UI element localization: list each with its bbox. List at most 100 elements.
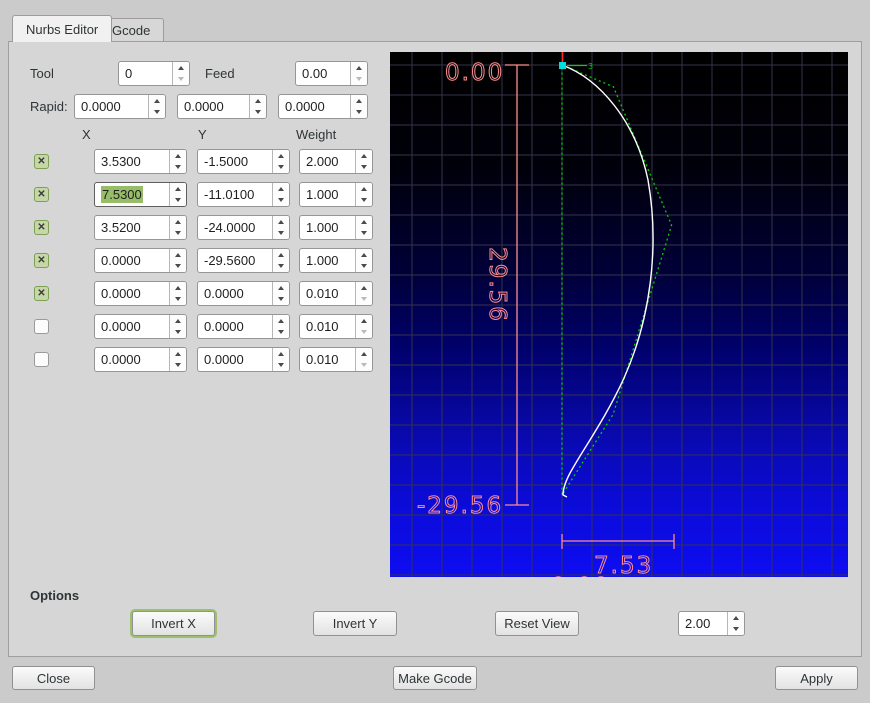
spin-up-icon[interactable] [170,282,186,294]
spin-up-icon[interactable] [273,183,289,195]
tab-nurbs-editor[interactable]: Nurbs Editor [12,15,113,42]
tool-value[interactable]: 0 [119,62,172,85]
point-y-value[interactable]: -24.0000 [198,216,272,239]
spin-down-icon[interactable] [273,261,289,273]
spin-up-icon[interactable] [356,216,372,228]
spin-down-icon[interactable] [250,107,266,119]
point-x-value[interactable]: 0.0000 [95,282,169,305]
point-y-spinbox[interactable]: -1.5000 [197,149,290,174]
point-y-value[interactable]: -29.5600 [198,249,272,272]
spin-up-icon[interactable] [170,249,186,261]
spin-up-icon[interactable] [173,62,189,74]
invert-x-button[interactable]: Invert X [132,611,215,636]
tool-spinbox[interactable]: 0 [118,61,190,86]
point-enabled-checkbox[interactable] [34,319,49,334]
spin-down-icon[interactable] [356,228,372,240]
point-x-spinbox[interactable]: 7.5300 [94,182,187,207]
spin-up-icon[interactable] [356,315,372,327]
spin-down-icon[interactable] [356,294,372,306]
point-weight-value[interactable]: 0.010 [300,282,355,305]
spin-down-icon[interactable] [351,74,367,86]
spin-up-icon[interactable] [273,216,289,228]
point-x-spinbox[interactable]: 0.0000 [94,281,187,306]
point-y-value[interactable]: 0.0000 [198,348,272,371]
spin-down-icon[interactable] [170,294,186,306]
point-weight-value[interactable]: 1.000 [300,183,355,206]
point-enabled-checkbox[interactable] [34,352,49,367]
point-weight-value[interactable]: 1.000 [300,249,355,272]
spin-up-icon[interactable] [170,315,186,327]
spin-down-icon[interactable] [356,360,372,372]
spin-down-icon[interactable] [351,107,367,119]
rapid-x-value[interactable]: 0.0000 [75,95,148,118]
spin-up-icon[interactable] [149,95,165,107]
spin-up-icon[interactable] [728,612,744,624]
point-weight-spinbox[interactable]: 1.000 [299,182,373,207]
point-y-spinbox[interactable]: -11.0100 [197,182,290,207]
point-enabled-checkbox[interactable] [34,253,49,268]
point-x-spinbox[interactable]: 3.5300 [94,149,187,174]
preview-plot[interactable]: 0.00 29.56 -29.56 7.53 0.00 3 [390,52,848,577]
point-weight-value[interactable]: 0.010 [300,315,355,338]
point-weight-spinbox[interactable]: 2.000 [299,149,373,174]
point-weight-value[interactable]: 2.000 [300,150,355,173]
point-enabled-checkbox[interactable] [34,154,49,169]
spin-up-icon[interactable] [273,315,289,327]
spin-up-icon[interactable] [356,183,372,195]
point-x-value[interactable]: 0.0000 [95,315,169,338]
spin-down-icon[interactable] [728,624,744,636]
spin-down-icon[interactable] [170,195,186,207]
point-x-value[interactable]: 3.5300 [95,150,169,173]
rapid-y-value[interactable]: 0.0000 [178,95,249,118]
feed-value[interactable]: 0.00 [296,62,350,85]
spin-down-icon[interactable] [273,195,289,207]
rapid-x-spinbox[interactable]: 0.0000 [74,94,166,119]
point-y-value[interactable]: -1.5000 [198,150,272,173]
rapid-y-spinbox[interactable]: 0.0000 [177,94,267,119]
zoom-value[interactable]: 2.00 [679,612,727,635]
point-x-spinbox[interactable]: 0.0000 [94,347,187,372]
spin-down-icon[interactable] [273,228,289,240]
reset-view-button[interactable]: Reset View [495,611,579,636]
spin-down-icon[interactable] [170,360,186,372]
point-enabled-checkbox[interactable] [34,220,49,235]
point-x-value[interactable]: 0.0000 [95,348,169,371]
spin-up-icon[interactable] [273,348,289,360]
rapid-z-spinbox[interactable]: 0.0000 [278,94,368,119]
point-y-value[interactable]: 0.0000 [198,282,272,305]
spin-down-icon[interactable] [356,162,372,174]
spin-down-icon[interactable] [356,261,372,273]
point-x-spinbox[interactable]: 0.0000 [94,314,187,339]
spin-down-icon[interactable] [273,294,289,306]
point-x-value[interactable]: 3.5200 [95,216,169,239]
spin-up-icon[interactable] [351,95,367,107]
point-x-value[interactable]: 7.5300 [95,183,169,206]
spin-up-icon[interactable] [273,282,289,294]
spin-down-icon[interactable] [170,162,186,174]
point-y-spinbox[interactable]: -24.0000 [197,215,290,240]
point-weight-spinbox[interactable]: 0.010 [299,281,373,306]
spin-down-icon[interactable] [356,195,372,207]
spin-up-icon[interactable] [356,348,372,360]
close-button[interactable]: Close [12,666,95,690]
spin-down-icon[interactable] [170,228,186,240]
point-weight-spinbox[interactable]: 0.010 [299,314,373,339]
point-enabled-checkbox[interactable] [34,187,49,202]
zoom-spinbox[interactable]: 2.00 [678,611,745,636]
spin-up-icon[interactable] [273,249,289,261]
point-y-spinbox[interactable]: -29.5600 [197,248,290,273]
point-weight-spinbox[interactable]: 1.000 [299,248,373,273]
apply-button[interactable]: Apply [775,666,858,690]
point-y-spinbox[interactable]: 0.0000 [197,281,290,306]
point-enabled-checkbox[interactable] [34,286,49,301]
spin-down-icon[interactable] [273,360,289,372]
spin-up-icon[interactable] [273,150,289,162]
spin-up-icon[interactable] [170,150,186,162]
spin-up-icon[interactable] [170,183,186,195]
spin-down-icon[interactable] [273,162,289,174]
spin-up-icon[interactable] [356,249,372,261]
make-gcode-button[interactable]: Make Gcode [393,666,477,690]
point-x-spinbox[interactable]: 3.5200 [94,215,187,240]
spin-up-icon[interactable] [170,216,186,228]
point-y-value[interactable]: 0.0000 [198,315,272,338]
